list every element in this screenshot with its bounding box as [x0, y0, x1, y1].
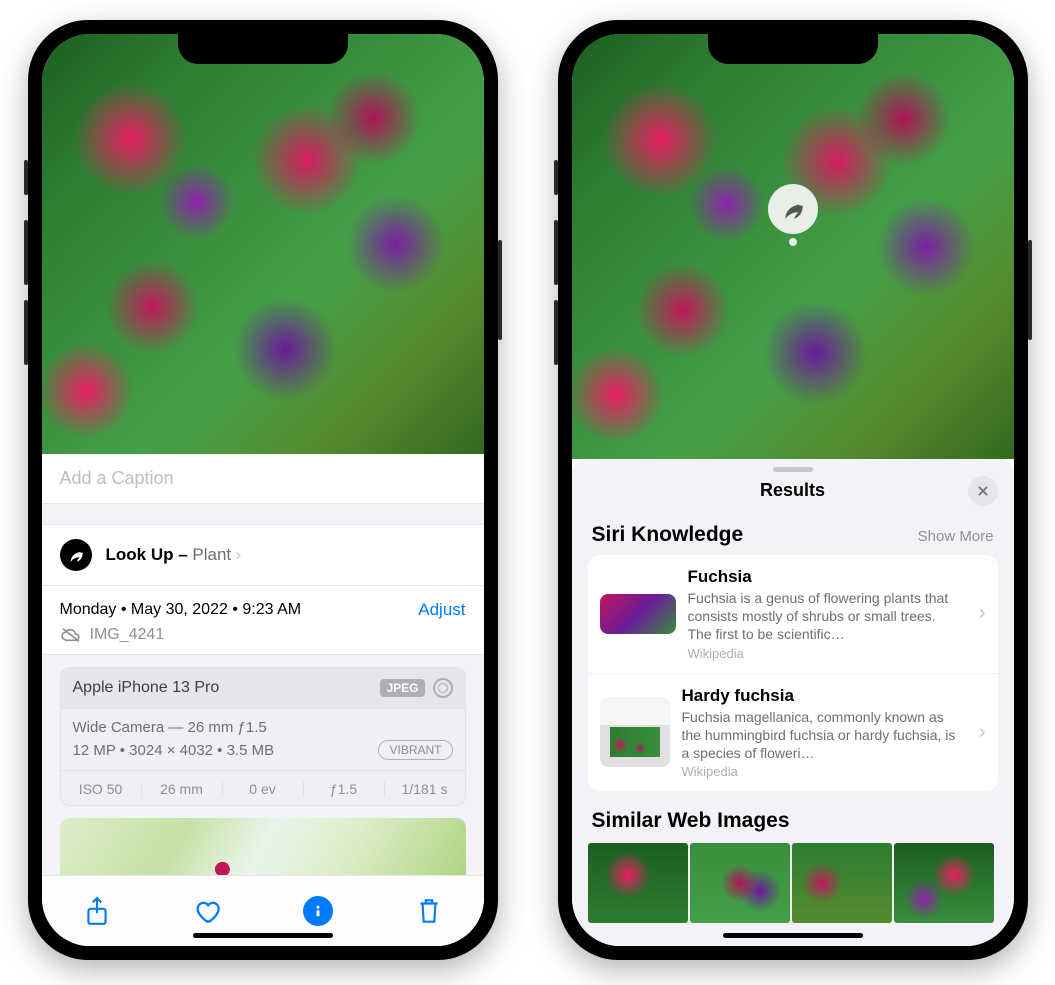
web-image-thumb[interactable] [588, 843, 688, 923]
visual-lookup-badge[interactable] [768, 184, 818, 234]
web-image-thumb[interactable] [894, 843, 994, 923]
web-images-row[interactable] [572, 843, 1014, 923]
cloud-slash-icon [60, 626, 82, 644]
siri-knowledge-card: Fuchsia Fuchsia is a genus of flowering … [588, 555, 998, 791]
result-description: Fuchsia is a genus of flowering plants t… [688, 589, 963, 644]
lens-info-icon [433, 678, 453, 698]
format-badge: JPEG [380, 679, 424, 697]
result-source: Wikipedia [688, 646, 963, 661]
effect-badge: VIBRANT [378, 740, 452, 760]
results-panel: Results Siri Knowledge Show More Fuchsia… [572, 459, 1014, 946]
share-button[interactable] [83, 897, 111, 925]
sheet-grabber[interactable] [773, 467, 813, 472]
camera-specs-row: ISO 50 26 mm 0 ev ƒ1.5 1/181 s [61, 770, 465, 806]
chevron-right-icon: › [236, 545, 242, 564]
siri-knowledge-heading: Siri Knowledge [592, 523, 744, 547]
spec-iso: ISO 50 [61, 781, 142, 797]
power-button [498, 240, 502, 340]
sensor-line: 12 MP • 3024 × 4032 • 3.5 MB [73, 742, 275, 759]
home-indicator[interactable] [193, 933, 333, 938]
location-map[interactable] [60, 818, 466, 875]
result-row[interactable]: Fuchsia Fuchsia is a genus of flowering … [588, 555, 998, 673]
photo-info-panel: Add a Caption Look Up – Plant › Monday •… [42, 454, 484, 946]
results-title: Results [760, 480, 825, 501]
home-indicator[interactable] [723, 933, 863, 938]
result-source: Wikipedia [682, 764, 963, 779]
result-title: Hardy fuchsia [682, 686, 963, 706]
fuchsia-photo [42, 34, 484, 454]
leaf-icon [60, 539, 92, 571]
delete-button[interactable] [415, 897, 443, 925]
lookup-row[interactable]: Look Up – Plant › [42, 524, 484, 586]
lookup-label: Look Up – [106, 545, 193, 564]
similar-web-images-heading: Similar Web Images [592, 809, 790, 833]
favorite-button[interactable] [193, 897, 221, 925]
mute-switch [554, 160, 558, 195]
result-description: Fuchsia magellanica, commonly known as t… [682, 708, 963, 763]
web-image-thumb[interactable] [690, 843, 790, 923]
web-image-thumb[interactable] [792, 843, 892, 923]
volume-up [24, 220, 28, 285]
volume-down [554, 300, 558, 365]
volume-up [554, 220, 558, 285]
show-more-button[interactable]: Show More [918, 528, 994, 545]
spec-focal: 26 mm [142, 781, 223, 797]
spec-ev: 0 ev [223, 781, 304, 797]
filename: IMG_4241 [90, 626, 165, 644]
phone-right: Results Siri Knowledge Show More Fuchsia… [558, 20, 1028, 960]
fuchsia-photo [572, 34, 1014, 459]
close-button[interactable] [968, 476, 998, 506]
screen-left: Add a Caption Look Up – Plant › Monday •… [42, 34, 484, 946]
photo-date: Monday • May 30, 2022 • 9:23 AM [60, 601, 302, 619]
adjust-button[interactable]: Adjust [418, 600, 465, 620]
result-thumbnail [600, 697, 670, 767]
info-button[interactable] [303, 896, 333, 926]
chevron-right-icon: › [975, 721, 990, 744]
phone-left: Add a Caption Look Up – Plant › Monday •… [28, 20, 498, 960]
power-button [1028, 240, 1032, 340]
metadata-block: Monday • May 30, 2022 • 9:23 AM Adjust I… [42, 586, 484, 655]
result-title: Fuchsia [688, 567, 963, 587]
photo-preview[interactable] [572, 34, 1014, 459]
chevron-right-icon: › [975, 602, 990, 625]
caption-input[interactable]: Add a Caption [42, 454, 484, 504]
result-thumbnail [600, 594, 676, 634]
spec-aperture: ƒ1.5 [304, 781, 385, 797]
spec-shutter: 1/181 s [385, 781, 465, 797]
result-row[interactable]: Hardy fuchsia Fuchsia magellanica, commo… [588, 673, 998, 792]
camera-card: Apple iPhone 13 Pro JPEG Wide Camera — 2… [60, 667, 466, 806]
screen-right: Results Siri Knowledge Show More Fuchsia… [572, 34, 1014, 946]
mute-switch [24, 160, 28, 195]
lookup-subject: Plant [192, 545, 231, 564]
photo-preview[interactable] [42, 34, 484, 454]
volume-down [24, 300, 28, 365]
camera-device: Apple iPhone 13 Pro [73, 679, 220, 697]
lens-line: Wide Camera — 26 mm ƒ1.5 [73, 719, 453, 736]
